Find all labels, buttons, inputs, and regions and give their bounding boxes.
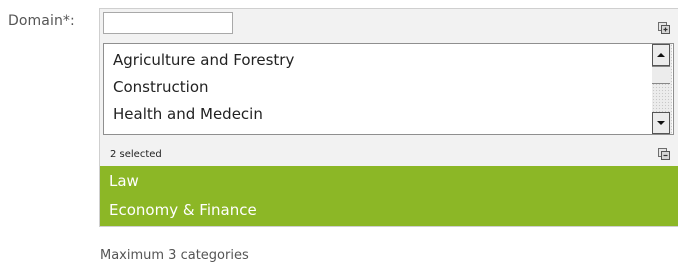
arrow-down-icon — [657, 121, 665, 125]
selected-count: 2 selected — [110, 149, 162, 160]
arrow-up-icon — [657, 53, 665, 57]
add-all-icon[interactable] — [658, 19, 670, 34]
remove-all-icon[interactable] — [658, 145, 670, 160]
option-item[interactable]: Agriculture and Forestry — [113, 51, 294, 69]
domain-multiselect: Agriculture and Forestry Construction He… — [99, 8, 678, 227]
options-scrollbar[interactable] — [652, 44, 672, 134]
scroll-thumb[interactable] — [652, 66, 670, 84]
scroll-down-button[interactable] — [652, 112, 670, 134]
selected-item[interactable]: Economy & Finance — [109, 201, 257, 219]
selected-item[interactable]: Law — [109, 172, 139, 190]
domain-field-label: Domain*: — [8, 13, 75, 29]
scroll-up-button[interactable] — [652, 44, 670, 66]
domain-search-input[interactable] — [103, 12, 233, 34]
option-item[interactable]: Construction — [113, 78, 209, 96]
option-item[interactable]: Health and Medecin — [113, 105, 263, 123]
available-options-list[interactable]: Agriculture and Forestry Construction He… — [103, 43, 674, 135]
selected-options-list[interactable]: Law Economy & Finance — [100, 166, 678, 226]
max-categories-hint: Maximum 3 categories — [100, 248, 249, 263]
